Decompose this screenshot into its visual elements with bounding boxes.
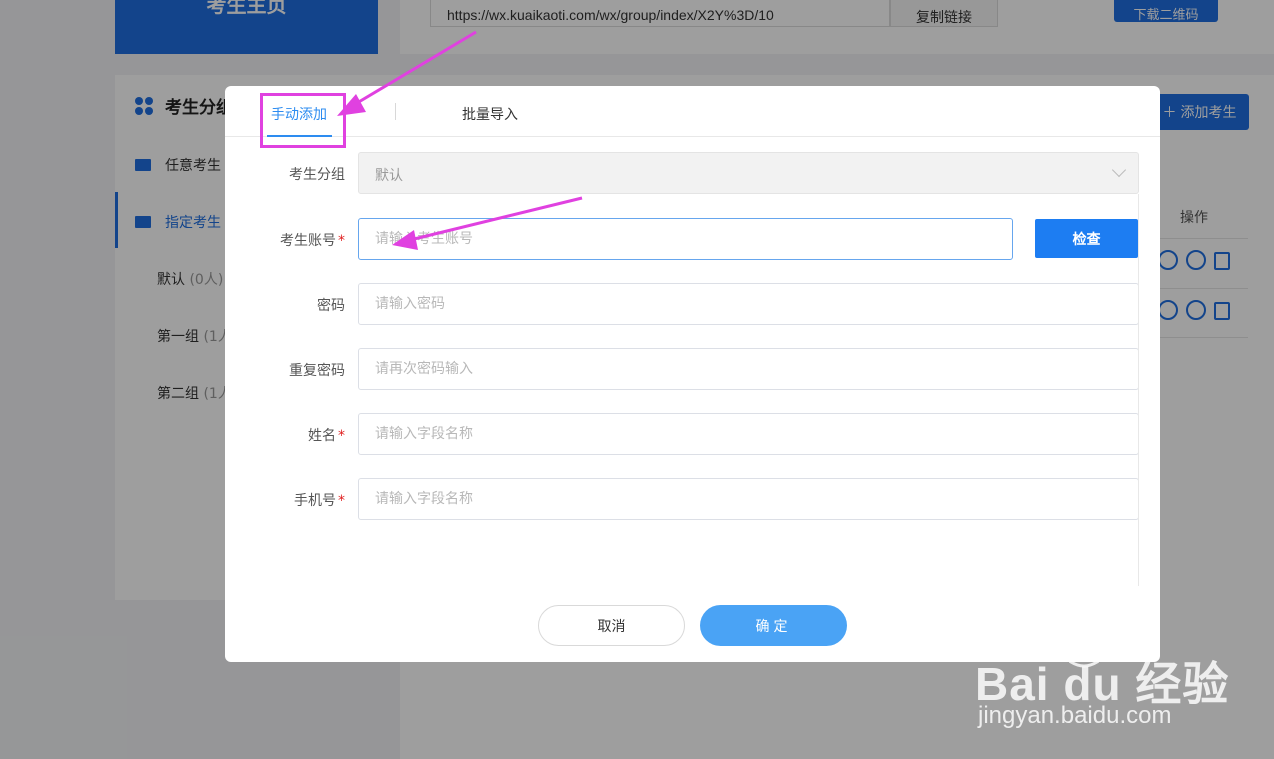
account-input[interactable] bbox=[358, 218, 1013, 260]
annotation-highlight-box bbox=[260, 93, 346, 148]
baidu-jingyan-watermark: Bai du 经验 jingyan.baidu.com bbox=[975, 620, 1265, 735]
group-select[interactable]: 默认 bbox=[358, 152, 1139, 194]
tab-divider bbox=[395, 103, 396, 120]
name-label: 姓名 * bbox=[308, 428, 345, 444]
watermark-site: jingyan.baidu.com bbox=[978, 702, 1172, 729]
account-label: 考生账号 * bbox=[280, 233, 345, 249]
check-account-button[interactable]: 检查 bbox=[1035, 219, 1138, 258]
tab-batch-import[interactable]: 批量导入 bbox=[462, 104, 518, 124]
phone-label: 手机号 * bbox=[294, 493, 345, 509]
repeat-password-label: 重复密码 bbox=[289, 363, 345, 379]
repeat-password-input[interactable] bbox=[358, 348, 1139, 390]
phone-input[interactable] bbox=[358, 478, 1139, 520]
form-scroll-edge bbox=[1138, 194, 1139, 586]
required-mark: * bbox=[338, 233, 345, 249]
cancel-button[interactable]: 取消 bbox=[538, 605, 685, 646]
password-input[interactable] bbox=[358, 283, 1139, 325]
required-mark: * bbox=[338, 493, 345, 509]
dialog-tabs: 手动添加 批量导入 bbox=[225, 86, 1160, 148]
password-label: 密码 bbox=[317, 298, 345, 314]
group-select-value: 默认 bbox=[375, 168, 403, 184]
add-student-dialog: 手动添加 批量导入 考生分组 默认 考生账号* 检查 密码 重复密码 姓名* 手… bbox=[225, 86, 1160, 662]
confirm-button[interactable]: 确定 bbox=[700, 605, 847, 646]
name-input[interactable] bbox=[358, 413, 1139, 455]
group-label: 考生分组 bbox=[289, 167, 345, 183]
chevron-down-icon bbox=[1111, 162, 1127, 178]
required-mark: * bbox=[338, 428, 345, 444]
